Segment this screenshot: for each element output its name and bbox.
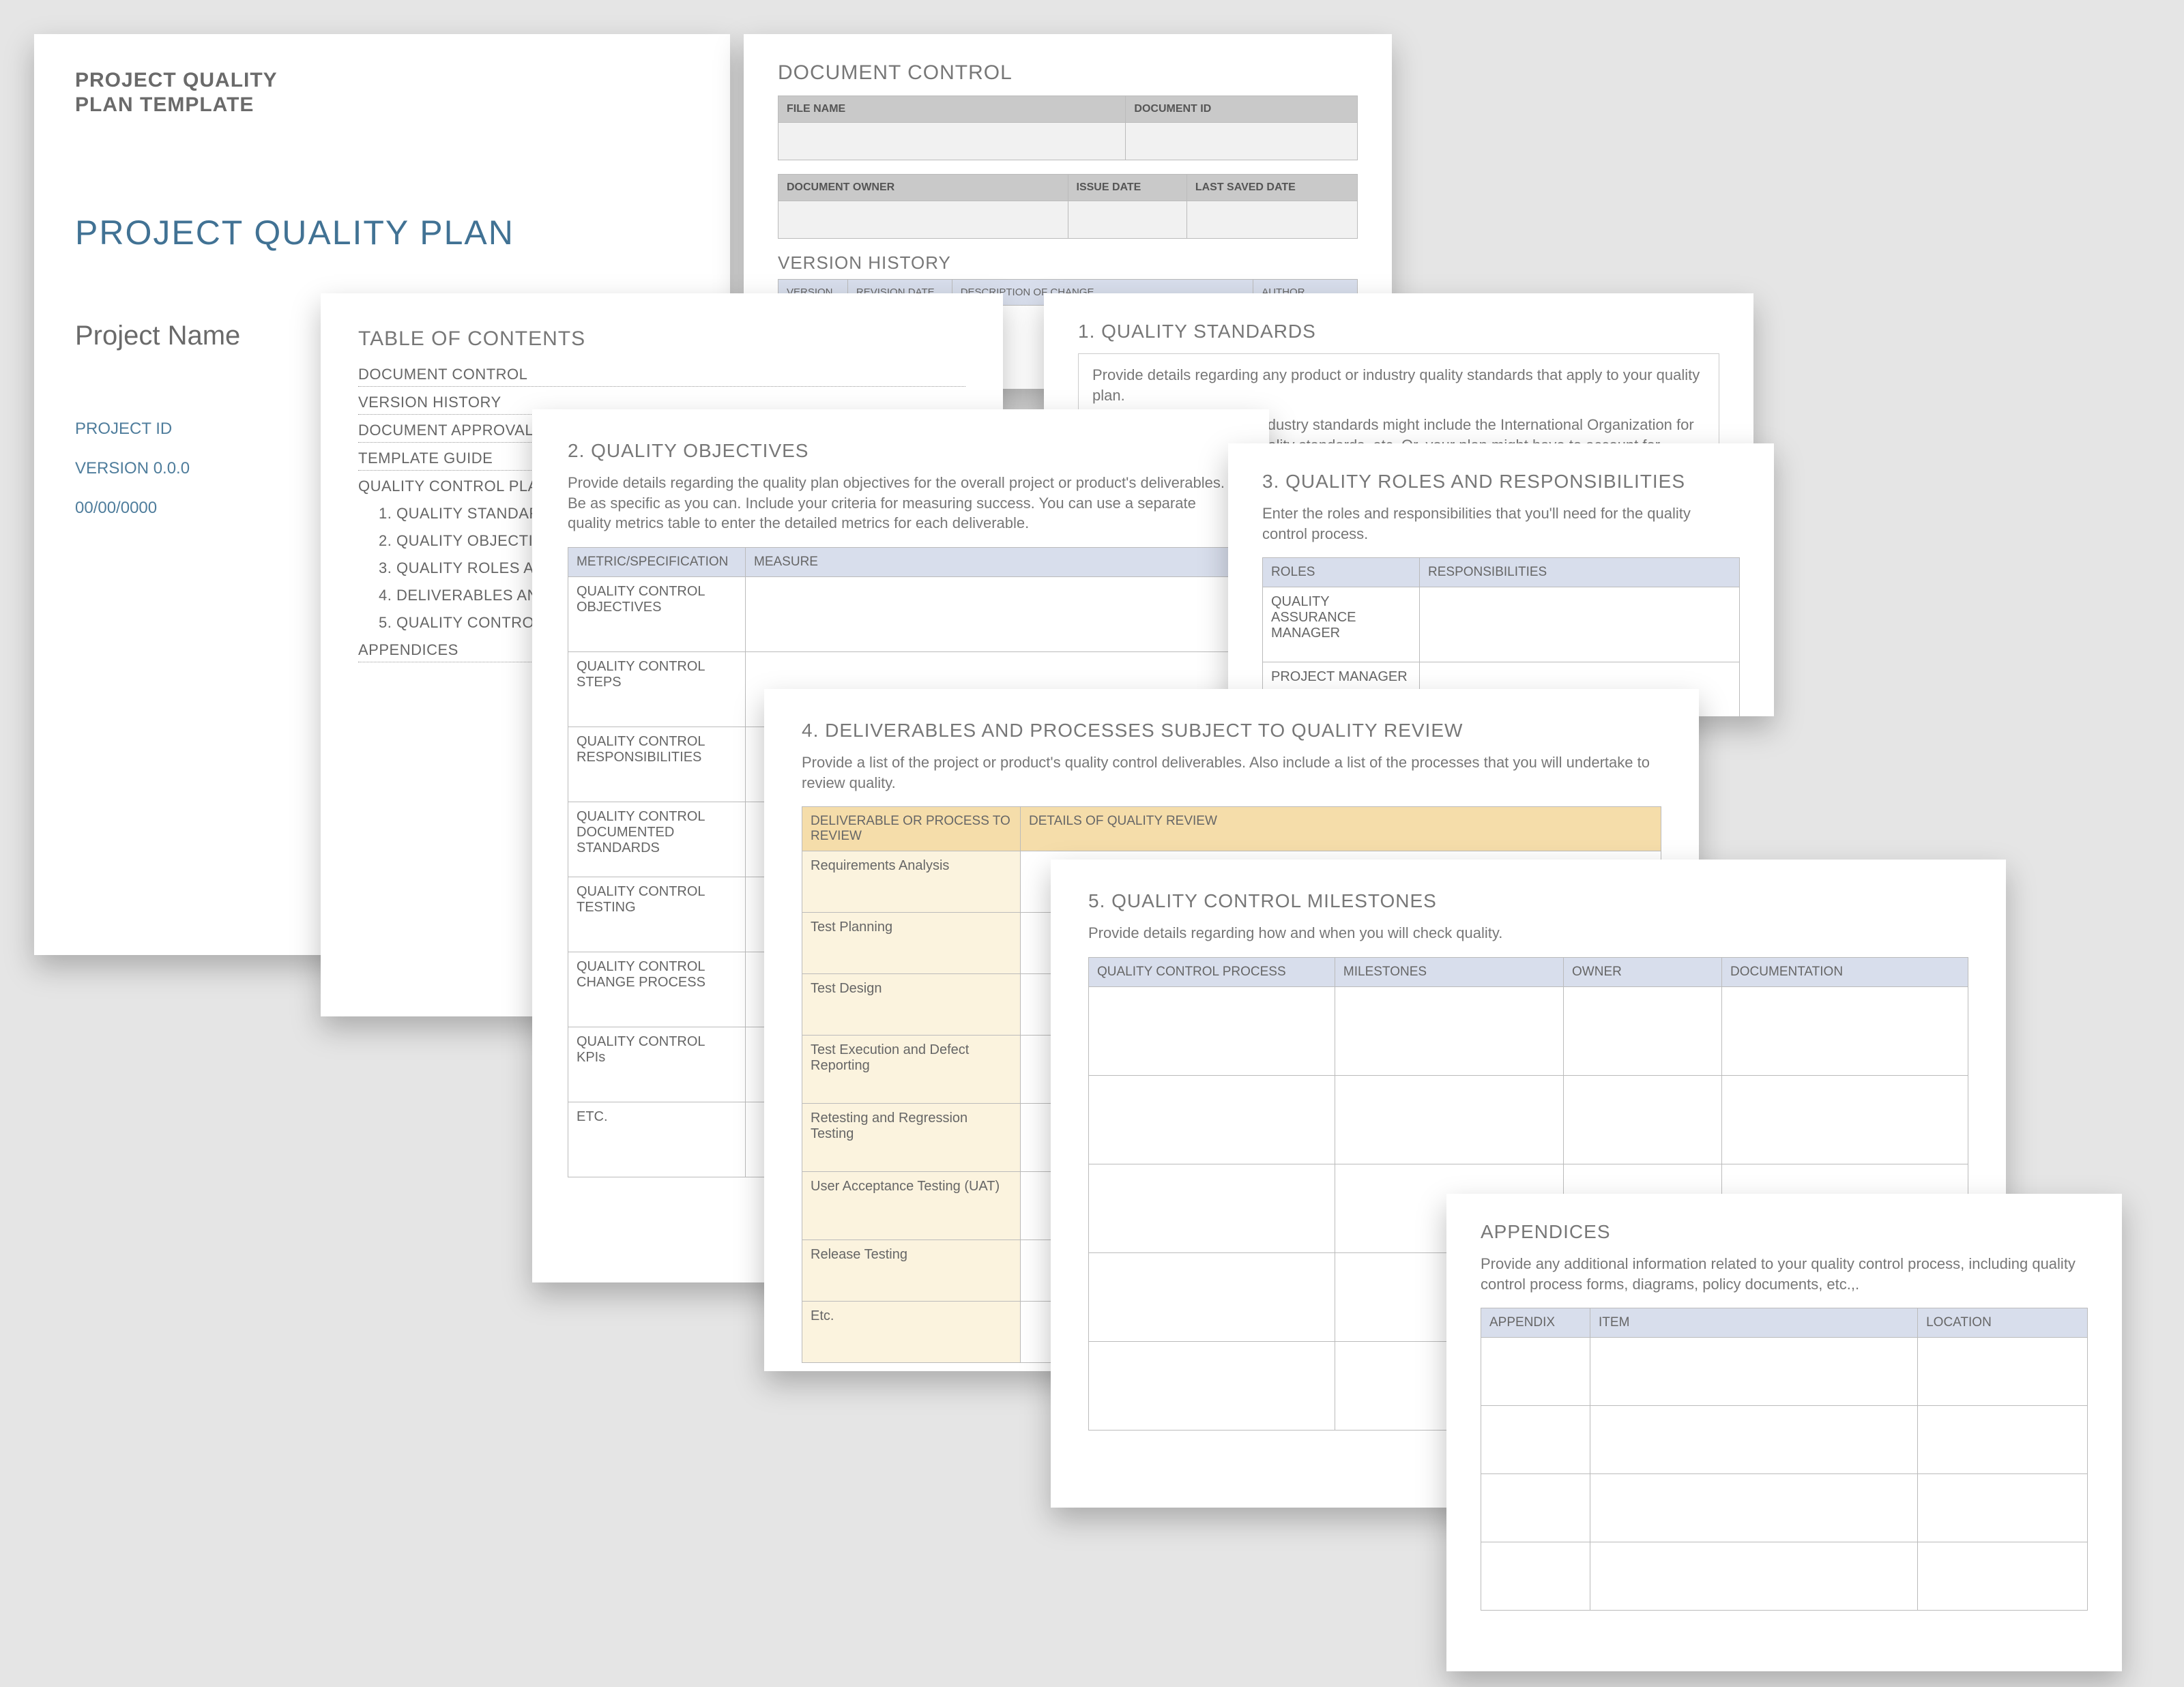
obj-row: QUALITY CONTROL RESPONSIBILITIES (568, 727, 746, 802)
plan-title: PROJECT QUALITY PLAN (75, 213, 689, 252)
col-issue-date: ISSUE DATE (1068, 175, 1186, 201)
cell-empty (1481, 1474, 1590, 1542)
obj-row: ETC. (568, 1102, 746, 1177)
cell-empty (1089, 1252, 1335, 1341)
appendices-table: APPENDIX ITEM LOCATION (1481, 1308, 2088, 1611)
app-c3: LOCATION (1918, 1308, 2088, 1338)
cell-empty (1089, 1341, 1335, 1430)
cell-empty (1335, 986, 1563, 1075)
deliv-desc: Provide a list of the project or product… (802, 752, 1661, 793)
roles-col1: ROLES (1263, 558, 1420, 587)
objectives-desc: Provide details regarding the quality pl… (568, 473, 1234, 533)
mile-c2: MILESTONES (1335, 957, 1563, 986)
standards-heading: 1. QUALITY STANDARDS (1078, 321, 1719, 342)
template-title-line2: PLAN TEMPLATE (75, 93, 254, 116)
obj-row: QUALITY CONTROL OBJECTIVES (568, 577, 746, 652)
obj-row: QUALITY CONTROL KPIs (568, 1027, 746, 1102)
cell-empty (1481, 1542, 1590, 1611)
obj-row: QUALITY CONTROL TESTING (568, 877, 746, 952)
version-history-heading: VERSION HISTORY (778, 252, 1358, 274)
col-owner: DOCUMENT OWNER (778, 175, 1068, 201)
mile-c4: DOCUMENTATION (1722, 957, 1968, 986)
cell-empty (1068, 201, 1186, 239)
appendices-desc: Provide any additional information relat… (1481, 1254, 2088, 1294)
deliv-row: Test Design (802, 974, 1021, 1036)
cell-empty (1722, 986, 1968, 1075)
toc-heading: TABLE OF CONTENTS (358, 327, 965, 351)
deliv-row: Test Planning (802, 913, 1021, 974)
cell-empty (1186, 201, 1357, 239)
cell-empty (1722, 1075, 1968, 1164)
obj-row: QUALITY CONTROL STEPS (568, 652, 746, 727)
deliv-row: Requirements Analysis (802, 851, 1021, 913)
cell-empty (1481, 1338, 1590, 1406)
roles-heading: 3. QUALITY ROLES AND RESPONSIBILITIES (1262, 471, 1740, 493)
obj-col2: MEASURE (746, 548, 1234, 577)
doc-control-heading: DOCUMENT CONTROL (778, 61, 1358, 85)
cell-empty (1918, 1542, 2088, 1611)
col-last-saved: LAST SAVED DATE (1186, 175, 1357, 201)
cell-empty (746, 577, 1234, 652)
standards-p1: Provide details regarding any product or… (1092, 365, 1705, 405)
roles-col2: RESPONSIBILITIES (1420, 558, 1740, 587)
cell-empty (1590, 1474, 1918, 1542)
template-title-line1: PROJECT QUALITY (75, 69, 278, 91)
cell-empty (1564, 1075, 1722, 1164)
mile-c3: OWNER (1564, 957, 1722, 986)
cell-empty (778, 123, 1126, 160)
col-doc-id: DOCUMENT ID (1126, 96, 1358, 123)
cell-empty (1590, 1542, 1918, 1611)
milestones-heading: 5. QUALITY CONTROL MILESTONES (1088, 890, 1968, 912)
cell-empty (1126, 123, 1358, 160)
cell-empty (1590, 1338, 1918, 1406)
cell-empty (778, 201, 1068, 239)
objectives-heading: 2. QUALITY OBJECTIVES (568, 440, 1234, 462)
template-title: PROJECT QUALITY PLAN TEMPLATE (75, 68, 689, 117)
page-appendices: APPENDICES Provide any additional inform… (1446, 1194, 2122, 1671)
deliv-row: User Acceptance Testing (UAT) (802, 1172, 1021, 1240)
deliv-row: Test Execution and Defect Reporting (802, 1036, 1021, 1104)
obj-row: QUALITY CONTROL DOCUMENTED STANDARDS (568, 802, 746, 877)
page-roles: 3. QUALITY ROLES AND RESPONSIBILITIES En… (1228, 443, 1774, 716)
obj-col1: METRIC/SPECIFICATION (568, 548, 746, 577)
app-c2: ITEM (1590, 1308, 1918, 1338)
cell-empty (1089, 986, 1335, 1075)
deliv-row: Release Testing (802, 1240, 1021, 1302)
milestones-desc: Provide details regarding how and when y… (1088, 923, 1968, 943)
cell-empty (1089, 1164, 1335, 1252)
deliv-row: Retesting and Regression Testing (802, 1104, 1021, 1172)
cell-empty (1918, 1474, 2088, 1542)
obj-row: QUALITY CONTROL CHANGE PROCESS (568, 952, 746, 1027)
deliv-heading: 4. DELIVERABLES AND PROCESSES SUBJECT TO… (802, 720, 1661, 742)
cell-empty (1335, 1075, 1563, 1164)
deliv-col1: DELIVERABLE OR PROCESS TO REVIEW (802, 807, 1021, 851)
cell-empty (1481, 1406, 1590, 1474)
toc-item: DOCUMENT CONTROL (358, 362, 965, 387)
doc-control-table2: DOCUMENT OWNER ISSUE DATE LAST SAVED DAT… (778, 174, 1358, 239)
cell-empty (1564, 986, 1722, 1075)
roles-desc: Enter the roles and responsibilities tha… (1262, 503, 1740, 544)
deliv-row: Etc. (802, 1302, 1021, 1363)
cell-empty (1918, 1338, 2088, 1406)
doc-control-table: FILE NAME DOCUMENT ID (778, 96, 1358, 160)
cell-empty (1918, 1406, 2088, 1474)
cell-empty (1420, 587, 1740, 662)
cell-empty (1590, 1406, 1918, 1474)
deliv-col2: DETAILS OF QUALITY REVIEW (1021, 807, 1661, 851)
appendices-heading: APPENDICES (1481, 1221, 2088, 1243)
roles-row: QUALITY ASSURANCE MANAGER (1263, 587, 1420, 662)
cell-empty (1089, 1075, 1335, 1164)
mile-c1: QUALITY CONTROL PROCESS (1089, 957, 1335, 986)
col-file-name: FILE NAME (778, 96, 1126, 123)
app-c1: APPENDIX (1481, 1308, 1590, 1338)
